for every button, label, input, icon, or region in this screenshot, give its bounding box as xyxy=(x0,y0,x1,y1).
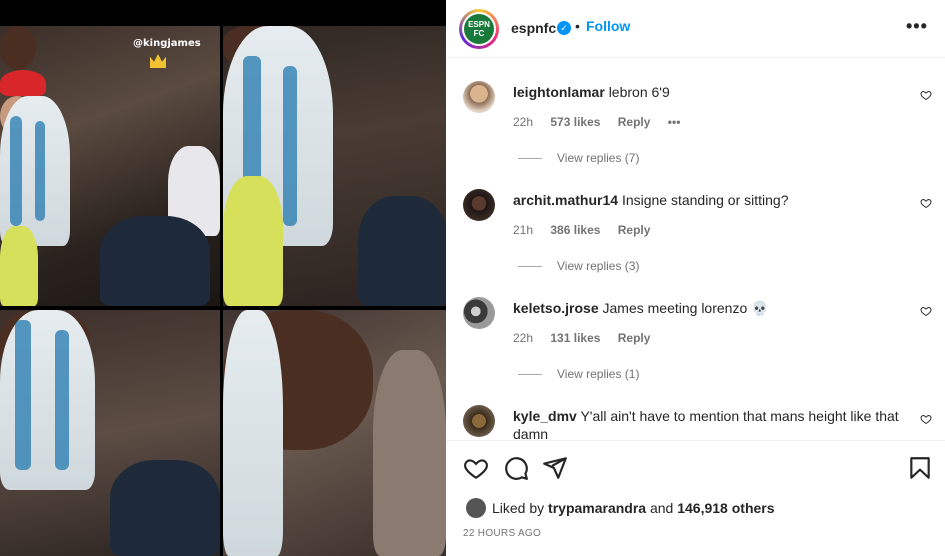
share-icon[interactable] xyxy=(542,455,568,481)
media-collage: @kingjames xyxy=(0,26,446,556)
post-sidebar: ESPN FC espnfc ✓ • Follow ••• leightonla… xyxy=(446,0,945,556)
heart-icon[interactable] xyxy=(920,197,932,209)
post-header: ESPN FC espnfc ✓ • Follow ••• xyxy=(446,0,945,58)
post-timestamp[interactable]: 22 HOURS AGO xyxy=(463,528,541,539)
comment-likes[interactable]: 573 likes xyxy=(550,115,600,129)
comment-body: keletso.jrose James meeting lorenzo 💀 xyxy=(513,299,913,317)
comment-meta: 21h 386 likes Reply xyxy=(513,223,664,237)
bookmark-icon[interactable] xyxy=(907,455,933,481)
reply-button[interactable]: Reply xyxy=(618,331,651,345)
liked-by-text: Liked by trypamarandra and 146,918 other… xyxy=(492,500,775,516)
liker-avatar[interactable] xyxy=(466,498,486,518)
reply-button[interactable]: Reply xyxy=(618,223,651,237)
collage-photo-4 xyxy=(223,310,446,556)
reply-button[interactable]: Reply xyxy=(618,115,651,129)
crown-icon xyxy=(150,54,166,68)
comment-age: 22h xyxy=(513,115,534,129)
commenter-avatar[interactable] xyxy=(463,81,495,113)
heart-icon[interactable] xyxy=(920,413,932,425)
collage-photo-2 xyxy=(223,26,446,306)
comment-meta: 22h 573 likes Reply ••• xyxy=(513,115,694,129)
comment-text: lebron 6'9 xyxy=(608,84,670,100)
commenter-avatar[interactable] xyxy=(463,405,495,437)
comments-list[interactable]: leightonlamar lebron 6'9 22h 573 likes R… xyxy=(446,59,945,439)
comment-likes[interactable]: 386 likes xyxy=(550,223,600,237)
account-avatar[interactable]: ESPN FC xyxy=(459,9,499,49)
view-replies-button[interactable]: View replies (3) xyxy=(557,259,639,273)
heart-icon[interactable] xyxy=(463,455,489,481)
comment-username[interactable]: leightonlamar xyxy=(513,84,605,100)
comment-username[interactable]: kyle_dmv xyxy=(513,408,577,424)
comment-meta: 22h 131 likes Reply xyxy=(513,331,664,345)
comment-body: leightonlamar lebron 6'9 xyxy=(513,83,913,101)
collage-photo-3 xyxy=(0,310,220,556)
header-separator: • xyxy=(575,18,580,34)
follow-button[interactable]: Follow xyxy=(586,18,630,34)
comment-options-icon[interactable]: ••• xyxy=(668,115,681,129)
commenter-avatar[interactable] xyxy=(463,297,495,329)
post-actions: Liked by trypamarandra and 146,918 other… xyxy=(446,440,945,556)
comment-likes[interactable]: 131 likes xyxy=(550,331,600,345)
commenter-avatar[interactable] xyxy=(463,189,495,221)
comment-age: 21h xyxy=(513,223,534,237)
collage-photo-1: @kingjames xyxy=(0,26,220,306)
replies-line xyxy=(518,158,542,159)
comment-text: Insigne standing or sitting? xyxy=(621,192,789,208)
replies-line xyxy=(518,266,542,267)
liked-by-prefix: Liked by xyxy=(492,500,545,516)
view-replies-button[interactable]: View replies (1) xyxy=(557,367,639,381)
more-icon[interactable]: ••• xyxy=(906,16,928,37)
comment-icon[interactable] xyxy=(503,455,529,481)
account-username[interactable]: espnfc xyxy=(511,20,556,36)
comment-text: James meeting lorenzo 💀 xyxy=(602,300,769,316)
liked-by-others[interactable]: 146,918 others xyxy=(677,500,774,516)
comment-age: 22h xyxy=(513,331,534,345)
media-overlay-tag: @kingjames xyxy=(133,38,201,49)
replies-line xyxy=(518,374,542,375)
comment-body: archit.mathur14 Insigne standing or sitt… xyxy=(513,191,913,209)
verified-icon: ✓ xyxy=(557,21,571,35)
heart-icon[interactable] xyxy=(920,89,932,101)
post-media[interactable]: @kingjames xyxy=(0,0,446,556)
view-replies-button[interactable]: View replies (7) xyxy=(557,151,639,165)
comment-username[interactable]: archit.mathur14 xyxy=(513,192,618,208)
liked-by-and: and xyxy=(649,500,674,516)
heart-icon[interactable] xyxy=(920,305,932,317)
comment-body: kyle_dmv Y'all ain't have to mention tha… xyxy=(513,407,913,439)
espnfc-logo: ESPN FC xyxy=(464,14,494,44)
comment-username[interactable]: keletso.jrose xyxy=(513,300,599,316)
liked-by-user[interactable]: trypamarandra xyxy=(548,500,646,516)
instagram-post-view: @kingjames ESPN FC espnfc ✓ • Follow •••… xyxy=(0,0,945,556)
